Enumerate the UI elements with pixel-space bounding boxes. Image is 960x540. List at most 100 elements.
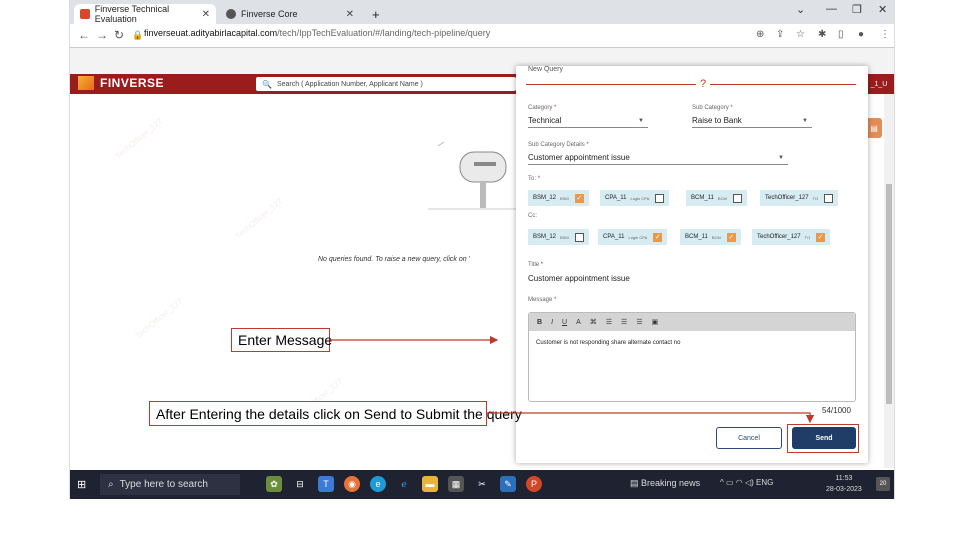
powerpoint-icon[interactable]: P xyxy=(526,476,542,492)
menu-icon[interactable]: ⋮ xyxy=(880,29,890,40)
to-label: To: * xyxy=(528,176,541,182)
to-chip-bcm[interactable]: BCM_11 BCM xyxy=(686,190,747,206)
side-panel-tab[interactable]: ▤ xyxy=(866,118,882,138)
cancel-button[interactable]: Cancel xyxy=(716,427,782,449)
clock-date: 28-03-2023 xyxy=(826,486,862,493)
subcat-details-select[interactable]: Customer appointment issue ▼ xyxy=(528,151,788,165)
tab-finverse-technical-evaluation[interactable]: Finverse Technical Evaluation ✕ xyxy=(74,4,216,24)
teams-icon[interactable]: T xyxy=(318,476,334,492)
zoom-icon[interactable]: ⊕ xyxy=(756,29,764,40)
taskbar-app-icon[interactable]: ✿ xyxy=(266,476,282,492)
modal-title: New Query xyxy=(528,66,564,73)
chevron-down-icon: ▼ xyxy=(778,154,784,161)
taskbar-clock[interactable]: 11:53 28-03-2023 xyxy=(826,473,862,495)
close-tab-icon[interactable]: ✕ xyxy=(346,9,354,20)
close-tab-icon[interactable]: ✕ xyxy=(202,9,210,20)
watermark: TechOfficer_127 xyxy=(133,296,185,341)
ordered-list-button[interactable]: ☰ xyxy=(606,318,612,326)
subcategory-value: Raise to Bank xyxy=(692,116,742,125)
page-scrollbar[interactable] xyxy=(884,94,894,468)
checkbox-checked-icon: ✓ xyxy=(653,232,663,242)
news-icon: ▤ xyxy=(630,478,639,488)
bookmark-star-icon[interactable]: ☆ xyxy=(796,29,805,40)
url-path: /tech/IppTechEvaluation/#/landing/tech-p… xyxy=(277,28,491,38)
tab-search-icon[interactable]: ⌄ xyxy=(796,3,805,16)
close-window-button[interactable]: ✕ xyxy=(878,3,887,16)
category-label: Category * xyxy=(528,105,557,111)
chrome-icon[interactable]: ◉ xyxy=(344,476,360,492)
callout-enter-message: Enter Message xyxy=(231,328,332,352)
reload-icon[interactable]: ↻ xyxy=(114,28,124,42)
extensions-icon[interactable]: ✱ xyxy=(818,29,826,40)
checkbox-icon xyxy=(732,193,742,203)
char-counter: 54/1000 xyxy=(822,406,851,415)
cc-chip-bsm[interactable]: BSM_12 BSM xyxy=(528,229,589,245)
checkbox-icon xyxy=(574,232,584,242)
logo-mark-icon xyxy=(78,76,94,90)
search-input[interactable]: 🔍 Search ( Application Number, Applicant… xyxy=(256,77,516,91)
news-widget[interactable]: ▤ Breaking news xyxy=(630,478,700,489)
windows-taskbar: ⊞ ⌕ Type here to search ✿ ⊟ T ◉ e ℯ ▬ ▦ … xyxy=(70,470,894,499)
taskbar-search-input[interactable]: ⌕ Type here to search xyxy=(100,474,240,495)
calculator-icon[interactable]: ▦ xyxy=(448,476,464,492)
restore-button[interactable]: ❐ xyxy=(852,3,862,16)
windows-start-icon[interactable]: ⊞ xyxy=(77,478,86,491)
italic-button[interactable]: I xyxy=(551,319,553,326)
subcategory-label: Sub Category * xyxy=(692,105,733,111)
search-icon: 🔍 xyxy=(262,79,272,89)
empty-state-message: No queries found. To raise a new query, … xyxy=(318,256,470,263)
align-button[interactable]: ☰ xyxy=(636,318,642,326)
share-icon[interactable]: ⇪ xyxy=(776,29,784,40)
task-view-icon[interactable]: ⊟ xyxy=(292,476,308,492)
send-highlight-box xyxy=(787,424,859,453)
finverse-logo[interactable]: FINVERSE xyxy=(78,76,164,90)
new-tab-button[interactable]: + xyxy=(366,4,386,24)
message-text: Customer is not responding share alterna… xyxy=(536,340,681,346)
tab-bar: Finverse Technical Evaluation ✕ Finverse… xyxy=(70,0,894,24)
snipping-tool-icon[interactable]: ✂ xyxy=(474,476,490,492)
edge-icon[interactable]: e xyxy=(370,476,386,492)
tab-label: Finverse Core xyxy=(241,9,298,19)
subcategory-select[interactable]: Raise to Bank ▼ xyxy=(692,114,812,128)
modal-divider xyxy=(526,84,856,85)
callout-after-entering: After Entering the details click on Send… xyxy=(149,401,522,426)
system-tray[interactable]: ^ ▭ ◠ ◁) ENG xyxy=(720,478,773,487)
image-button[interactable]: ▣ xyxy=(652,318,659,326)
back-icon[interactable]: ← xyxy=(78,28,90,42)
brand-name: FINVERSE xyxy=(100,76,165,90)
link-button[interactable]: ⌘ xyxy=(590,318,597,326)
url-host: finverseuat.adityabirlacapital.com xyxy=(144,28,278,38)
cc-chip-bcm[interactable]: BCM_11 BCM ✓ xyxy=(680,229,741,245)
slide: Finverse Technical Evaluation ✕ Finverse… xyxy=(0,0,960,540)
file-explorer-icon[interactable]: ▬ xyxy=(422,476,438,492)
profile-icon[interactable]: ● xyxy=(858,29,864,40)
url-field[interactable]: finverseuat.adityabirlacapital.com/tech/… xyxy=(144,28,490,38)
checkbox-icon xyxy=(824,193,834,203)
to-chip-cpa[interactable]: CPA_11 Login CPA xyxy=(600,190,670,206)
bold-button[interactable]: B xyxy=(537,319,542,326)
category-select[interactable]: Technical ▼ xyxy=(528,114,648,128)
lock-icon: 🔒 xyxy=(132,30,144,40)
title-field[interactable]: Customer appointment issue xyxy=(528,274,630,283)
bullet-list-button[interactable]: ☰ xyxy=(621,318,627,326)
to-chip-techofficer[interactable]: TechOfficer_127 TO xyxy=(760,190,839,206)
title-label: Title * xyxy=(528,262,544,268)
cc-chip-techofficer[interactable]: TechOfficer_127 TO ✓ xyxy=(752,229,831,245)
font-color-button[interactable]: A xyxy=(576,319,581,326)
minimize-button[interactable]: — xyxy=(826,3,837,15)
message-editor[interactable]: B I U A ⌘ ☰ ☰ ☰ ▣ Customer is not respon… xyxy=(528,312,856,402)
cc-chip-cpa[interactable]: CPA_11 Login CPA ✓ xyxy=(598,229,668,245)
notification-badge[interactable]: 20 xyxy=(876,477,890,491)
ie-icon[interactable]: ℯ xyxy=(396,476,412,492)
checkbox-checked-icon: ✓ xyxy=(574,193,584,203)
project-icon[interactable]: ✎ xyxy=(500,476,516,492)
scrollbar-thumb[interactable] xyxy=(886,184,892,404)
forward-icon[interactable]: → xyxy=(96,28,108,42)
help-icon[interactable]: ? xyxy=(696,77,710,91)
sidepanel-icon[interactable]: ▯ xyxy=(838,29,844,40)
underline-button[interactable]: U xyxy=(562,319,567,326)
search-placeholder: Search ( Application Number, Applicant N… xyxy=(276,80,423,88)
checkbox-icon xyxy=(655,193,665,203)
to-chip-bsm[interactable]: BSM_12 BSM ✓ xyxy=(528,190,589,206)
tab-finverse-core[interactable]: Finverse Core ✕ xyxy=(220,4,360,24)
